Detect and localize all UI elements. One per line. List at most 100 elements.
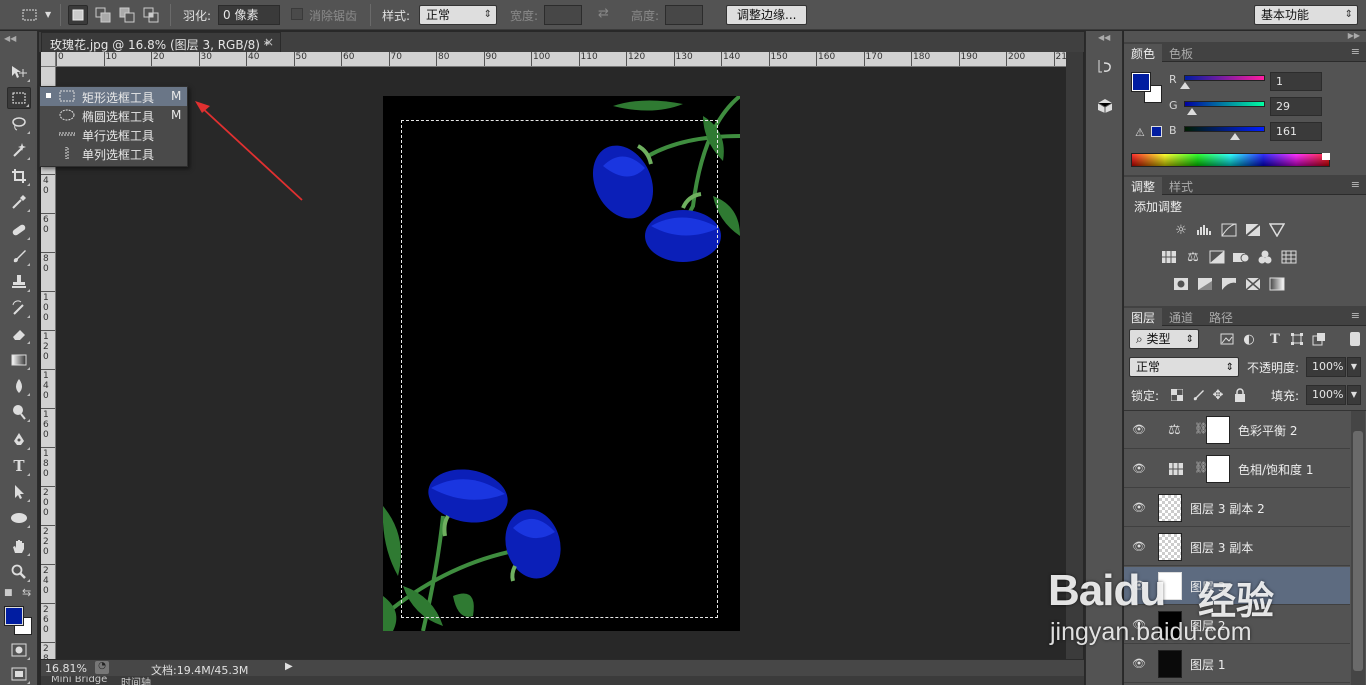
layers-scrollbar[interactable] — [1351, 411, 1365, 685]
marquee-preset-icon[interactable] — [20, 5, 40, 25]
color-balance-icon[interactable]: ⚖ — [1184, 249, 1202, 265]
levels-icon[interactable] — [1196, 222, 1214, 238]
zoom-tool-icon[interactable] — [7, 561, 31, 583]
layer-thumbnail[interactable] — [1158, 611, 1182, 639]
properties-panel-icon[interactable] — [1096, 97, 1114, 115]
filter-shape-icon[interactable] — [1288, 331, 1306, 347]
dodge-tool-icon[interactable] — [7, 401, 31, 423]
brightness-contrast-icon[interactable]: ☼ — [1172, 222, 1190, 238]
height-input[interactable] — [665, 5, 703, 25]
hand-tool-icon[interactable] — [7, 535, 31, 557]
eraser-tool-icon[interactable] — [7, 323, 31, 345]
tab-color[interactable]: 颜色 — [1124, 44, 1163, 62]
blur-tool-icon[interactable] — [7, 375, 31, 397]
layer-name[interactable]: 图层 1 — [1190, 656, 1225, 673]
filter-smart-object-icon[interactable] — [1310, 331, 1328, 347]
status-menu-arrow-icon[interactable]: ▶ — [285, 661, 293, 672]
vertical-scrollbar[interactable] — [1066, 52, 1083, 659]
filter-toggle-switch[interactable] — [1350, 332, 1360, 346]
blend-mode-select[interactable]: 正常 ⇕ — [1129, 357, 1239, 377]
swap-colors-icon[interactable]: ⇆ — [22, 586, 31, 599]
opacity-dropdown-icon[interactable]: ▼ — [1347, 357, 1361, 377]
tab-paths[interactable]: 路径 — [1202, 308, 1240, 326]
tab-adjustments[interactable]: 调整 — [1124, 177, 1163, 195]
workspace-select[interactable]: 基本功能 — [1254, 5, 1358, 25]
gradient-map-icon[interactable] — [1268, 276, 1286, 292]
fill-input[interactable]: 100% — [1306, 385, 1346, 405]
posterize-icon[interactable] — [1196, 276, 1214, 292]
visibility-eye-icon[interactable]: 👁 — [1132, 423, 1146, 437]
mini-bridge-tab[interactable]: Mini Bridge — [51, 676, 107, 685]
black-white-icon[interactable] — [1208, 249, 1226, 265]
layer-mask-thumbnail[interactable] — [1206, 416, 1230, 444]
visibility-eye-icon[interactable]: 👁 — [1132, 579, 1146, 593]
g-value-input[interactable]: 29 — [1270, 97, 1322, 116]
layer-thumbnail[interactable] — [1158, 533, 1182, 561]
panel-menu-icon[interactable]: ≡ — [1351, 178, 1360, 191]
layer-row[interactable]: 👁 ⛓ 色相/饱和度 1 — [1124, 450, 1350, 488]
clone-stamp-tool-icon[interactable] — [7, 271, 31, 293]
marquee-tool-icon[interactable] — [7, 87, 31, 109]
eyedropper-tool-icon[interactable] — [7, 191, 31, 213]
layer-thumbnail[interactable] — [1158, 650, 1182, 678]
layer-filter-select[interactable]: ⌕ 类型 ⇕ — [1129, 329, 1199, 349]
history-panel-icon[interactable] — [1096, 57, 1114, 75]
layer-row[interactable]: 👁 图层 3 副本 2 — [1124, 489, 1350, 527]
swap-dimensions-icon[interactable]: ⇄ — [598, 6, 609, 26]
filter-adjustment-icon[interactable]: ◐ — [1240, 331, 1258, 347]
antialias-checkbox[interactable] — [291, 8, 303, 20]
foreground-color-swatch[interactable] — [4, 606, 24, 626]
layer-name[interactable]: 图层 3 副本 2 — [1190, 500, 1265, 517]
collapse-tools-icon[interactable]: ◀◀ — [4, 34, 16, 43]
layer-row[interactable]: 👁 图层 3 副本 — [1124, 528, 1350, 566]
photo-filter-icon[interactable] — [1232, 249, 1250, 265]
tab-layers[interactable]: 图层 — [1124, 308, 1163, 326]
ruler-origin[interactable] — [41, 52, 56, 67]
r-slider-thumb[interactable] — [1180, 82, 1190, 89]
layer-row-selected[interactable]: 👁 图层 3 — [1124, 567, 1350, 605]
visibility-eye-icon[interactable]: 👁 — [1132, 657, 1146, 671]
preset-dropdown-icon[interactable]: ▼ — [45, 10, 51, 30]
opacity-input[interactable]: 100% — [1306, 357, 1346, 377]
rectangular-marquee-item[interactable]: 矩形选框工具 M — [40, 87, 187, 106]
healing-brush-tool-icon[interactable] — [7, 219, 31, 241]
pen-tool-icon[interactable] — [7, 429, 31, 451]
selective-color-icon[interactable] — [1244, 276, 1262, 292]
elliptical-marquee-item[interactable]: 椭圆选框工具 M — [40, 106, 187, 125]
zoom-level[interactable]: 16.81% — [45, 662, 87, 675]
layer-thumbnail[interactable] — [1158, 494, 1182, 522]
timeline-tab[interactable]: 时间轴 — [121, 676, 151, 685]
color-lookup-icon[interactable] — [1280, 249, 1298, 265]
visibility-eye-icon[interactable]: 👁 — [1132, 501, 1146, 515]
layer-name[interactable]: 色相/饱和度 1 — [1238, 461, 1314, 478]
color-spectrum-bar[interactable] — [1131, 153, 1330, 167]
lasso-tool-icon[interactable] — [7, 113, 31, 135]
filter-pixel-icon[interactable] — [1218, 331, 1236, 347]
layers-scrollbar-thumb[interactable] — [1353, 431, 1363, 671]
exposure-icon[interactable] — [1244, 222, 1262, 238]
type-tool-icon[interactable]: T — [7, 455, 31, 477]
layer-name[interactable]: 色彩平衡 2 — [1238, 422, 1297, 439]
brush-tool-icon[interactable] — [7, 245, 31, 267]
b-slider-thumb[interactable] — [1230, 133, 1240, 140]
threshold-icon[interactable] — [1220, 276, 1238, 292]
add-to-selection-icon[interactable] — [93, 5, 113, 25]
g-slider[interactable] — [1184, 101, 1265, 107]
style-select[interactable]: 正常 — [419, 5, 497, 25]
gradient-tool-icon[interactable] — [7, 349, 31, 371]
b-value-input[interactable]: 161 — [1270, 122, 1322, 141]
g-slider-thumb[interactable] — [1187, 108, 1197, 115]
screen-mode-icon[interactable] — [7, 663, 31, 685]
tab-channels[interactable]: 通道 — [1162, 308, 1200, 326]
b-slider[interactable] — [1184, 126, 1265, 132]
layer-name[interactable]: 图层 2 — [1190, 617, 1225, 634]
vibrance-icon[interactable] — [1268, 222, 1286, 238]
status-info-icon[interactable]: ◔ — [95, 661, 109, 674]
panel-menu-icon[interactable]: ≡ — [1351, 45, 1360, 58]
magic-wand-tool-icon[interactable] — [7, 139, 31, 161]
channel-mixer-icon[interactable] — [1256, 249, 1274, 265]
subtract-from-selection-icon[interactable] — [117, 5, 137, 25]
fill-dropdown-icon[interactable]: ▼ — [1347, 385, 1361, 405]
layer-name[interactable]: 图层 3 — [1190, 578, 1225, 595]
color-fg-swatch[interactable] — [1131, 72, 1151, 92]
